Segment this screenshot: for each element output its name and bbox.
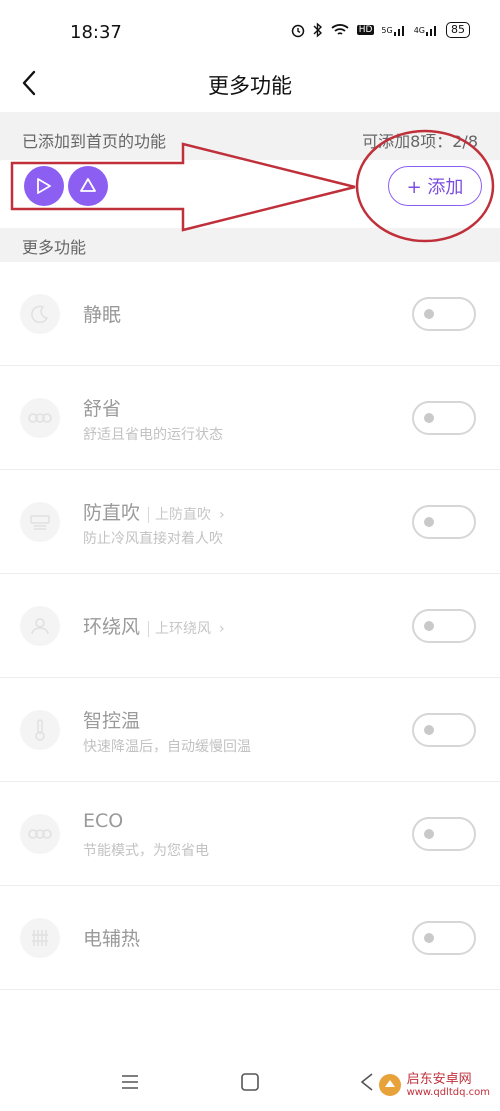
list-item-feature: 防直吹 上防直吹 › 防止冷风直接对着人吹 xyxy=(0,470,500,574)
list-item-feature: 舒省 舒适且省电的运行状态 xyxy=(0,366,500,470)
status-bar: 18:37 HD 5G 4G 85 xyxy=(0,0,500,60)
chevron-right-icon: › xyxy=(219,507,225,523)
eco-mode-icon xyxy=(20,814,60,854)
home-button[interactable] xyxy=(238,1070,262,1094)
status-icons: HD 5G 4G 85 xyxy=(290,22,470,38)
feature-title: 电辅热 xyxy=(83,928,141,950)
signal-5g-label: 5G xyxy=(381,25,393,35)
watermark-logo-icon xyxy=(378,1074,401,1096)
toggle-knob xyxy=(424,413,434,423)
eco-icon xyxy=(20,398,60,438)
alarm-icon xyxy=(290,22,306,38)
toggle-knob xyxy=(424,621,434,631)
feature-toggle[interactable] xyxy=(412,297,476,331)
feature-subtitle: 防止冷风直接对着人吹 xyxy=(83,531,223,547)
watermark: 启东安卓网 www.qdltdq.com xyxy=(377,1072,490,1098)
feature-subtitle: 节能模式，为您省电 xyxy=(83,843,209,859)
list-item-feature: ECO 节能模式，为您省电 xyxy=(0,782,500,886)
added-section-label: 已添加到首页的功能 xyxy=(22,132,167,151)
feature-toggle[interactable] xyxy=(412,401,476,435)
air-deflect-icon xyxy=(20,502,60,542)
feature-subtitle: 快速降温后，自动缓慢回温 xyxy=(83,739,251,755)
home-square-icon xyxy=(241,1073,259,1091)
feature-link[interactable]: 上环绕风 xyxy=(148,621,212,637)
feature-title: 智控温 xyxy=(83,710,141,732)
added-count: 可添加8项：2/8 xyxy=(362,132,478,151)
triangle-icon xyxy=(80,178,96,192)
thermometer-icon xyxy=(20,710,60,750)
sleep-mode-icon xyxy=(37,178,51,194)
feature-title: ECO xyxy=(83,810,124,832)
list-item-feature: 静眠 xyxy=(0,262,500,366)
chevron-right-icon: › xyxy=(219,621,225,637)
feature-title: 舒省 xyxy=(83,398,122,420)
list-item-feature: 环绕风 上环绕风 › xyxy=(0,574,500,678)
menu-icon xyxy=(122,1075,138,1089)
signal-5g-icon: 5G xyxy=(381,23,406,37)
more-section-label: 更多功能 xyxy=(22,238,87,257)
feature-title-wrap: 防直吹 上防直吹 › xyxy=(83,498,225,525)
added-chip-sleep[interactable] xyxy=(24,166,64,206)
feature-subtitle: 舒适且省电的运行状态 xyxy=(83,427,223,443)
wifi-icon xyxy=(330,22,350,38)
toggle-knob xyxy=(424,725,434,735)
toggle-knob xyxy=(424,309,434,319)
battery-icon: 85 xyxy=(446,22,470,38)
signal-4g-label: 4G xyxy=(413,25,425,35)
feature-list: 静眠 舒省 舒适且省电的运行状态 防直吹 上防直吹 › 防止冷风直接对着人吹 环绕风… xyxy=(0,262,500,990)
bluetooth-icon xyxy=(313,22,323,38)
toggle-knob xyxy=(424,517,434,527)
page-title: 更多功能 xyxy=(208,74,292,98)
watermark-text: 启东安卓网 www.qdltdq.com xyxy=(406,1071,490,1098)
feature-toggle[interactable] xyxy=(412,609,476,643)
added-chip-comfort[interactable] xyxy=(68,166,108,206)
feature-title: 静眠 xyxy=(83,304,122,326)
toggle-knob xyxy=(424,829,434,839)
feature-toggle[interactable] xyxy=(412,713,476,747)
list-item-feature: 电辅热 xyxy=(0,886,500,990)
feature-toggle[interactable] xyxy=(412,505,476,539)
feature-toggle[interactable] xyxy=(412,921,476,955)
signal-4g-icon: 4G xyxy=(414,23,439,37)
add-button[interactable]: + 添加 xyxy=(388,166,482,206)
added-features-section: 已添加到首页的功能 可添加8项：2/8 + 添加 更多功能 xyxy=(0,112,500,262)
title-bar: 更多功能 xyxy=(0,60,500,110)
surround-wind-icon xyxy=(20,606,60,646)
watermark-name: 启东安卓网 xyxy=(406,1071,472,1087)
sleep-icon xyxy=(20,294,60,334)
watermark-url: www.qdltdq.com xyxy=(406,1086,490,1098)
feature-toggle[interactable] xyxy=(412,817,476,851)
feature-title: 环绕风 xyxy=(83,616,141,638)
status-time: 18:37 xyxy=(70,22,122,43)
feature-title-wrap: 环绕风 上环绕风 › xyxy=(83,612,225,639)
heater-icon xyxy=(20,918,60,958)
menu-button[interactable] xyxy=(118,1070,142,1094)
added-features-row: + 添加 xyxy=(0,160,500,228)
list-item-feature: 智控温 快速降温后，自动缓慢回温 xyxy=(0,678,500,782)
feature-link[interactable]: 上防直吹 xyxy=(148,507,212,523)
toggle-knob xyxy=(424,933,434,943)
feature-title: 防直吹 xyxy=(83,502,141,524)
hd-icon: HD xyxy=(356,25,375,35)
